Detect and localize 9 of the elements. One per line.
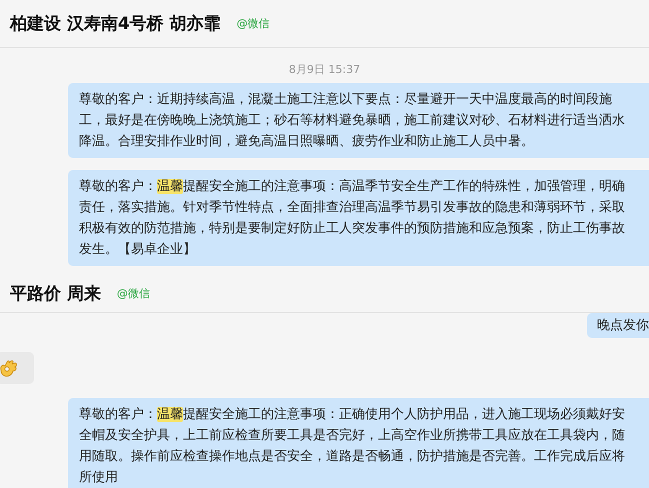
- message-bubble: 晚点发你: [587, 313, 649, 338]
- source-label: @微信: [116, 286, 150, 301]
- message-bubble: 尊敬的客户：温馨提醒安全施工的注意事项：高温季节安全生产工作的特殊性，加强管理，明确责任，落实措施。针对季节性特点，全面排查治理高温季节易引发事故的隐患和薄弱环节，采取积极有效的防范措施，特别是要制定好防止工人突发事件的预防措施和应急预案，防止工伤事故发生。【易卓企业】: [68, 170, 649, 266]
- message-bubble: 尊敬的客户：温馨提醒安全施工的注意事项：正确使用个人防护用品，进入施工现场必须戴好安全帽及安全护具，上工前应检查所要工具是否完好，上高空作业所携带工具应放在工具袋内，随用随取。操作前应检查操作地点是否安全，道路是否畅通，防护措施是否完善。工作完成后应将所使用: [68, 398, 649, 488]
- timestamp: 8月9日 15:37: [288, 62, 360, 77]
- chat-title: 平路价 周来: [10, 283, 101, 305]
- chat-title: 柏建设 汉寿南4号桥 胡亦霏: [10, 13, 221, 35]
- source-label: @微信: [236, 16, 270, 31]
- message-bubble: 尊敬的客户：近期持续高温，混凝土施工注意以下要点：尽量避开一天中温度最高的时间段施工，最好是在傍晚晚上浇筑施工；砂石等材料避免暴晒，施工前建议对砂、石材料进行适当洒水降温。合理安排作业时间，避免高温日照曝晒、疲劳作业和防止施工人员中暑。: [68, 83, 649, 158]
